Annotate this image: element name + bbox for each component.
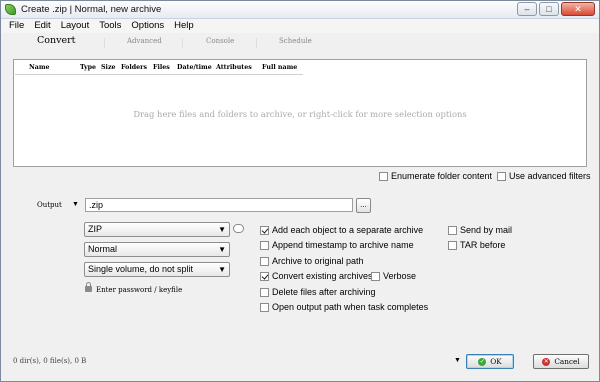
output-path-input[interactable]: .zip xyxy=(85,198,353,212)
chevron-down-icon: ▼ xyxy=(218,265,226,274)
checkbox-box[interactable] xyxy=(260,271,269,281)
option-delete-files[interactable]: Delete files after archiving xyxy=(260,287,376,297)
checkbox-box[interactable] xyxy=(260,225,269,235)
checkbox-label: Send by mail xyxy=(460,225,513,235)
volume-select[interactable]: Single volume, do not split ▼ xyxy=(84,262,230,277)
column-header-size[interactable]: Size xyxy=(101,62,121,74)
cancel-icon: ✕ xyxy=(542,357,551,366)
volume-value: Single volume, do not split xyxy=(88,264,194,274)
column-header-folders[interactable]: Folders xyxy=(121,62,153,74)
checkbox-box[interactable] xyxy=(260,240,269,250)
column-header-attributes[interactable]: Attributes xyxy=(216,62,262,74)
checkbox-label: Delete files after archiving xyxy=(272,287,376,297)
window-controls: – □ ✕ xyxy=(517,2,595,16)
browse-button[interactable]: ... xyxy=(356,198,371,213)
option-convert-archives[interactable]: Convert existing archives xyxy=(260,271,373,281)
archive-window: Create .zip | Normal, new archive – □ ✕ … xyxy=(0,0,600,382)
column-header-fullname[interactable]: Full name xyxy=(262,62,302,74)
checkbox-label: Enumerate folder content xyxy=(391,171,493,181)
tab-schedule[interactable]: Schedule xyxy=(279,37,312,45)
status-summary: 0 dir(s), 0 file(s), 0 B xyxy=(13,357,87,365)
chevron-down-icon: ▼ xyxy=(218,225,226,234)
option-original-path[interactable]: Archive to original path xyxy=(260,256,364,266)
password-link[interactable]: Enter password / keyfile xyxy=(96,286,182,294)
menu-tools[interactable]: Tools xyxy=(99,19,121,33)
menu-file[interactable]: File xyxy=(9,19,24,33)
column-header-name[interactable]: Name xyxy=(29,62,80,74)
menu-layout[interactable]: Layout xyxy=(61,19,90,33)
tab-divider xyxy=(182,38,183,48)
option-verbose[interactable]: Verbose xyxy=(371,271,416,281)
checkbox-box[interactable] xyxy=(497,171,506,181)
compression-select[interactable]: Normal ▼ xyxy=(84,242,230,257)
title-bar: Create .zip | Normal, new archive – □ ✕ xyxy=(1,1,599,19)
checkbox-label: Open output path when task completes xyxy=(272,302,429,312)
menu-help[interactable]: Help xyxy=(174,19,194,33)
more-options-icon[interactable]: ▼ xyxy=(454,357,461,364)
checkbox-label: Verbose xyxy=(383,271,417,281)
checkbox-label: Append timestamp to archive name xyxy=(272,240,414,250)
output-menu-icon[interactable]: ▼ xyxy=(72,201,79,208)
checkbox-label: Add each object to a separate archive xyxy=(272,225,424,235)
tab-divider xyxy=(104,38,105,48)
ok-button[interactable]: ✓ OK xyxy=(466,354,514,369)
checkbox-box[interactable] xyxy=(260,256,269,266)
column-header-datetime[interactable]: Date/time xyxy=(177,62,216,74)
window-title: Create .zip | Normal, new archive xyxy=(21,4,162,15)
format-select[interactable]: ZIP ▼ xyxy=(84,222,230,237)
tab-divider xyxy=(256,38,257,48)
option-append-timestamp[interactable]: Append timestamp to archive name xyxy=(260,240,414,250)
column-header-files[interactable]: Files xyxy=(153,62,177,74)
header-divider xyxy=(15,74,303,75)
menu-options[interactable]: Options xyxy=(131,19,164,33)
checkbox-box[interactable] xyxy=(379,171,388,181)
compression-value: Normal xyxy=(88,244,118,254)
checkbox-box[interactable] xyxy=(260,287,269,297)
checkbox-box[interactable] xyxy=(448,225,457,235)
menu-edit[interactable]: Edit xyxy=(34,19,50,33)
option-separate-archive[interactable]: Add each object to a separate archive xyxy=(260,225,423,235)
close-button[interactable]: ✕ xyxy=(561,2,595,16)
output-label: Output xyxy=(37,201,62,209)
advanced-filters-checkbox[interactable]: Use advanced filters xyxy=(497,171,591,181)
lock-icon xyxy=(85,282,92,292)
file-list[interactable]: Name Type Size Folders Files Date/time A… xyxy=(13,59,587,167)
file-list-header: Name Type Size Folders Files Date/time A… xyxy=(14,62,302,74)
tab-strip: Convert Advanced Console Schedule xyxy=(1,34,599,52)
maximize-button[interactable]: □ xyxy=(539,2,559,16)
option-open-output[interactable]: Open output path when task completes xyxy=(260,302,428,312)
checkbox-label: Use advanced filters xyxy=(509,171,591,181)
app-leaf-icon xyxy=(5,4,16,15)
chevron-down-icon: ▼ xyxy=(218,245,226,254)
cancel-button[interactable]: ✕ Cancel xyxy=(533,354,589,369)
column-header-type[interactable]: Type xyxy=(80,62,101,74)
enumerate-folder-checkbox[interactable]: Enumerate folder content xyxy=(379,171,492,181)
minimize-button[interactable]: – xyxy=(517,2,537,16)
menu-bar: File Edit Layout Tools Options Help xyxy=(1,19,599,33)
checkbox-label: Convert existing archives xyxy=(272,271,373,281)
cancel-label: Cancel xyxy=(554,357,580,366)
tab-console[interactable]: Console xyxy=(206,37,234,45)
checkbox-box[interactable] xyxy=(448,240,457,250)
comment-icon[interactable] xyxy=(233,224,244,233)
drop-hint: Drag here files and folders to archive, … xyxy=(133,109,467,119)
format-value: ZIP xyxy=(88,224,103,234)
tab-advanced[interactable]: Advanced xyxy=(127,37,162,45)
ok-label: OK xyxy=(490,357,502,366)
checkbox-box[interactable] xyxy=(371,271,380,281)
option-tar-before[interactable]: TAR before xyxy=(448,240,505,250)
checkbox-box[interactable] xyxy=(260,302,269,312)
checkbox-label: TAR before xyxy=(460,240,506,250)
option-send-mail[interactable]: Send by mail xyxy=(448,225,512,235)
checkmark-icon: ✓ xyxy=(478,357,487,366)
tab-convert[interactable]: Convert xyxy=(37,35,75,46)
checkbox-label: Archive to original path xyxy=(272,256,364,266)
